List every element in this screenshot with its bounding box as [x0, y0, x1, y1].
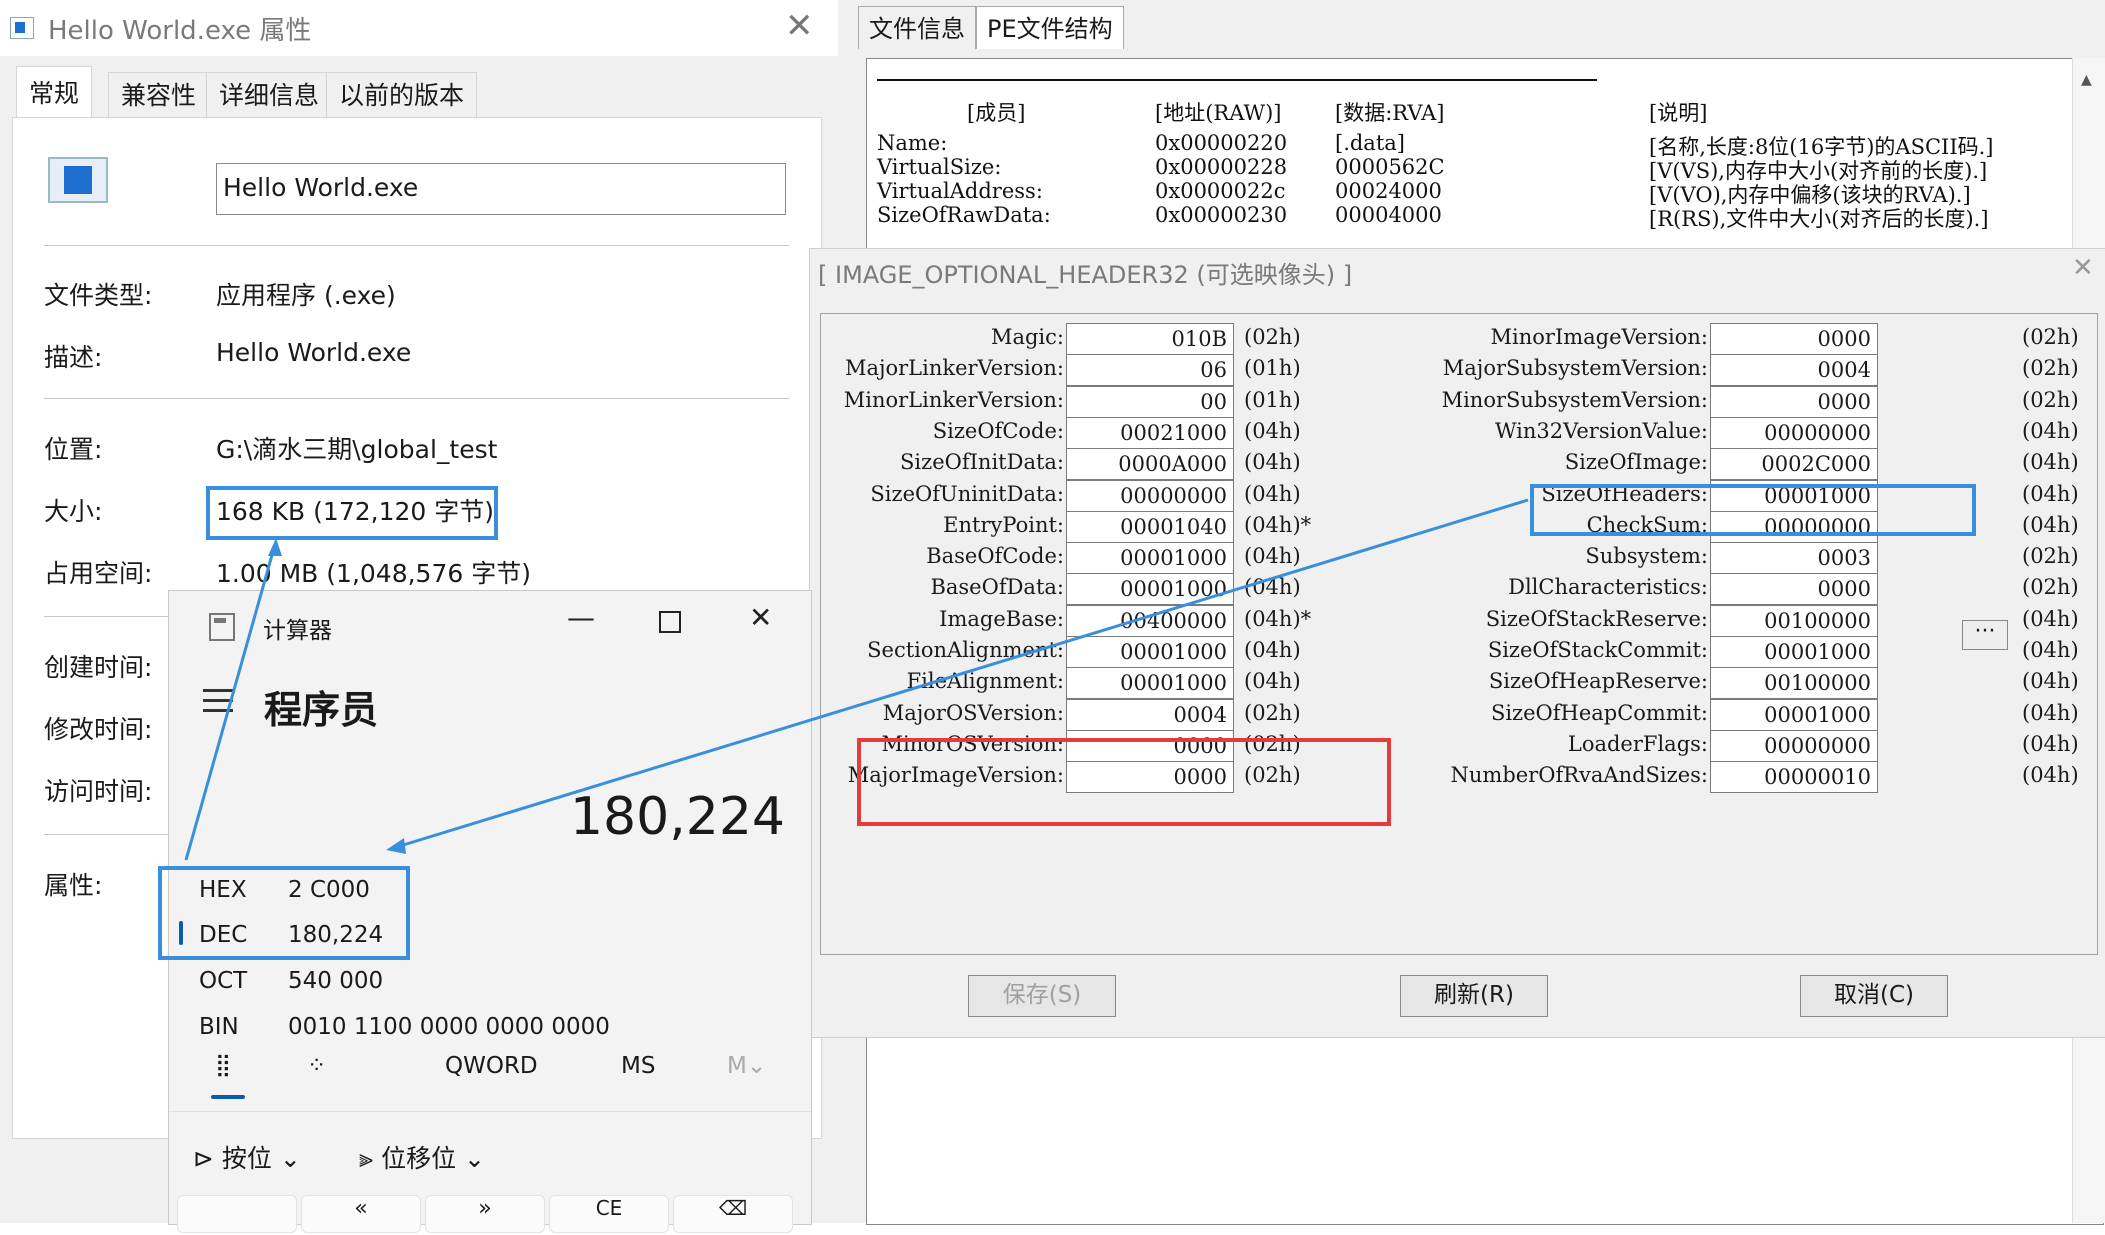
annotation-arrow-to-size	[184, 547, 276, 861]
arrowhead-icon	[268, 538, 282, 556]
annotation-arrow-to-calc	[399, 498, 1529, 848]
arrowhead-icon	[386, 838, 406, 854]
annotation-arrows	[184, 498, 1529, 861]
